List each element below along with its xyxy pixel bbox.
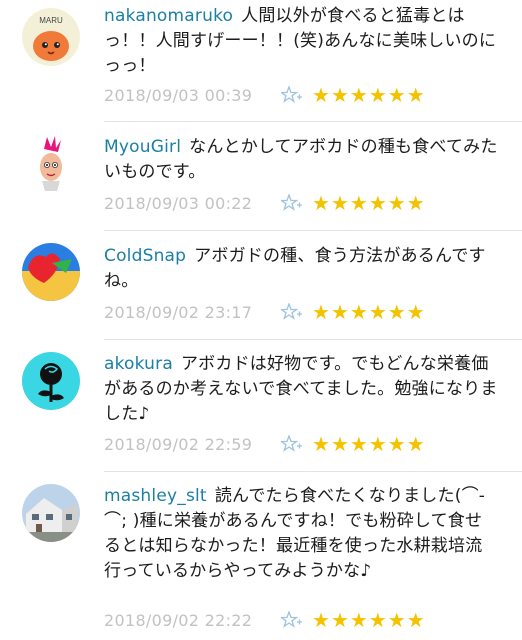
comment-content: MyouGirl なんとかしてアボカドの種も食べてみたいものです。 — [104, 135, 499, 185]
avatar-image — [22, 243, 80, 301]
star-icon: ★ — [312, 83, 330, 107]
timestamp: 2018/09/02 22:22 — [104, 610, 253, 630]
star-icon: ★ — [368, 608, 387, 632]
rating-stars: ★ ★ ★ ★ ★ ★ — [312, 610, 425, 630]
star-icon: ★ — [387, 432, 406, 456]
divider — [104, 471, 522, 472]
star-icon: ★ — [312, 191, 330, 215]
star-icon: ★ — [406, 608, 425, 632]
comment-content: nakanomaruko 人間以外が食べると猛毒とはっ！！人間すげーー！！(笑)あ… — [104, 4, 499, 79]
comment-meta: 2018/09/03 00:39 ★ ★ ★ ★ ★ ★ — [104, 82, 425, 108]
username-link[interactable]: mashley_slt — [104, 486, 207, 506]
star-icon: ★ — [312, 608, 330, 632]
star-icon: ★ — [330, 83, 349, 107]
star-plus-icon[interactable] — [280, 301, 304, 323]
avatar[interactable] — [22, 135, 80, 193]
star-icon: ★ — [406, 300, 425, 324]
timestamp: 2018/09/02 23:17 — [104, 302, 253, 322]
star-icon: ★ — [368, 83, 387, 107]
star-icon: ★ — [312, 300, 330, 324]
comment-meta: 2018/09/02 22:22 ★ ★ ★ ★ ★ ★ — [104, 607, 425, 633]
rating-stars: ★ ★ ★ ★ ★ ★ — [312, 302, 425, 322]
star-icon: ★ — [349, 432, 368, 456]
star-plus-icon[interactable] — [280, 84, 304, 106]
rating-stars: ★ ★ ★ ★ ★ ★ — [312, 193, 425, 213]
timestamp: 2018/09/03 00:39 — [104, 85, 253, 105]
rating-stars: ★ ★ ★ ★ ★ ★ — [312, 434, 425, 454]
divider — [104, 339, 522, 340]
divider — [104, 230, 522, 231]
username-link[interactable]: akokura — [104, 354, 173, 374]
username-link[interactable]: MyouGirl — [104, 137, 181, 157]
star-icon: ★ — [368, 300, 387, 324]
star-icon: ★ — [330, 191, 349, 215]
star-icon: ★ — [349, 608, 368, 632]
star-icon: ★ — [387, 191, 406, 215]
avatar-logo-text: MARU — [39, 16, 63, 25]
star-icon: ★ — [312, 432, 330, 456]
username-link[interactable]: ColdSnap — [104, 246, 186, 266]
star-plus-icon[interactable] — [280, 192, 304, 214]
star-icon: ★ — [368, 191, 387, 215]
star-plus-icon[interactable] — [280, 433, 304, 455]
star-icon: ★ — [349, 300, 368, 324]
comment-content: mashley_slt 読んでたら食べたくなりました(⌒-⌒; )種に栄養があるん… — [104, 484, 499, 584]
star-plus-icon[interactable] — [280, 609, 304, 631]
avatar-image: MARU — [22, 8, 80, 66]
star-icon: ★ — [330, 608, 349, 632]
star-icon: ★ — [368, 432, 387, 456]
star-icon: ★ — [406, 191, 425, 215]
divider — [104, 121, 522, 122]
rating-stars: ★ ★ ★ ★ ★ ★ — [312, 85, 425, 105]
timestamp: 2018/09/02 22:59 — [104, 434, 253, 454]
star-icon: ★ — [406, 432, 425, 456]
avatar[interactable]: MARU — [22, 8, 80, 66]
comment-meta: 2018/09/02 23:17 ★ ★ ★ ★ ★ ★ — [104, 299, 425, 325]
avatar-image — [22, 484, 80, 542]
avatar-image — [22, 135, 80, 193]
username-link[interactable]: nakanomaruko — [104, 6, 233, 26]
star-icon: ★ — [349, 83, 368, 107]
comment-content: ColdSnap アボガドの種、食う方法があるんですね。 — [104, 244, 499, 294]
comment-meta: 2018/09/03 00:22 ★ ★ ★ ★ ★ ★ — [104, 190, 425, 216]
comment-content: akokura アボカドは好物です。でもどんな栄養価があるのか考えないで食べてまし… — [104, 352, 499, 427]
star-icon: ★ — [330, 300, 349, 324]
comment-meta: 2018/09/02 22:59 ★ ★ ★ ★ ★ ★ — [104, 431, 425, 457]
avatar[interactable] — [22, 352, 80, 410]
timestamp: 2018/09/03 00:22 — [104, 193, 253, 213]
star-icon: ★ — [406, 83, 425, 107]
avatar[interactable] — [22, 243, 80, 301]
star-icon: ★ — [387, 300, 406, 324]
avatar[interactable] — [22, 484, 80, 542]
star-icon: ★ — [349, 191, 368, 215]
star-icon: ★ — [387, 83, 406, 107]
star-icon: ★ — [330, 432, 349, 456]
star-icon: ★ — [387, 608, 406, 632]
avatar-image — [22, 352, 80, 410]
